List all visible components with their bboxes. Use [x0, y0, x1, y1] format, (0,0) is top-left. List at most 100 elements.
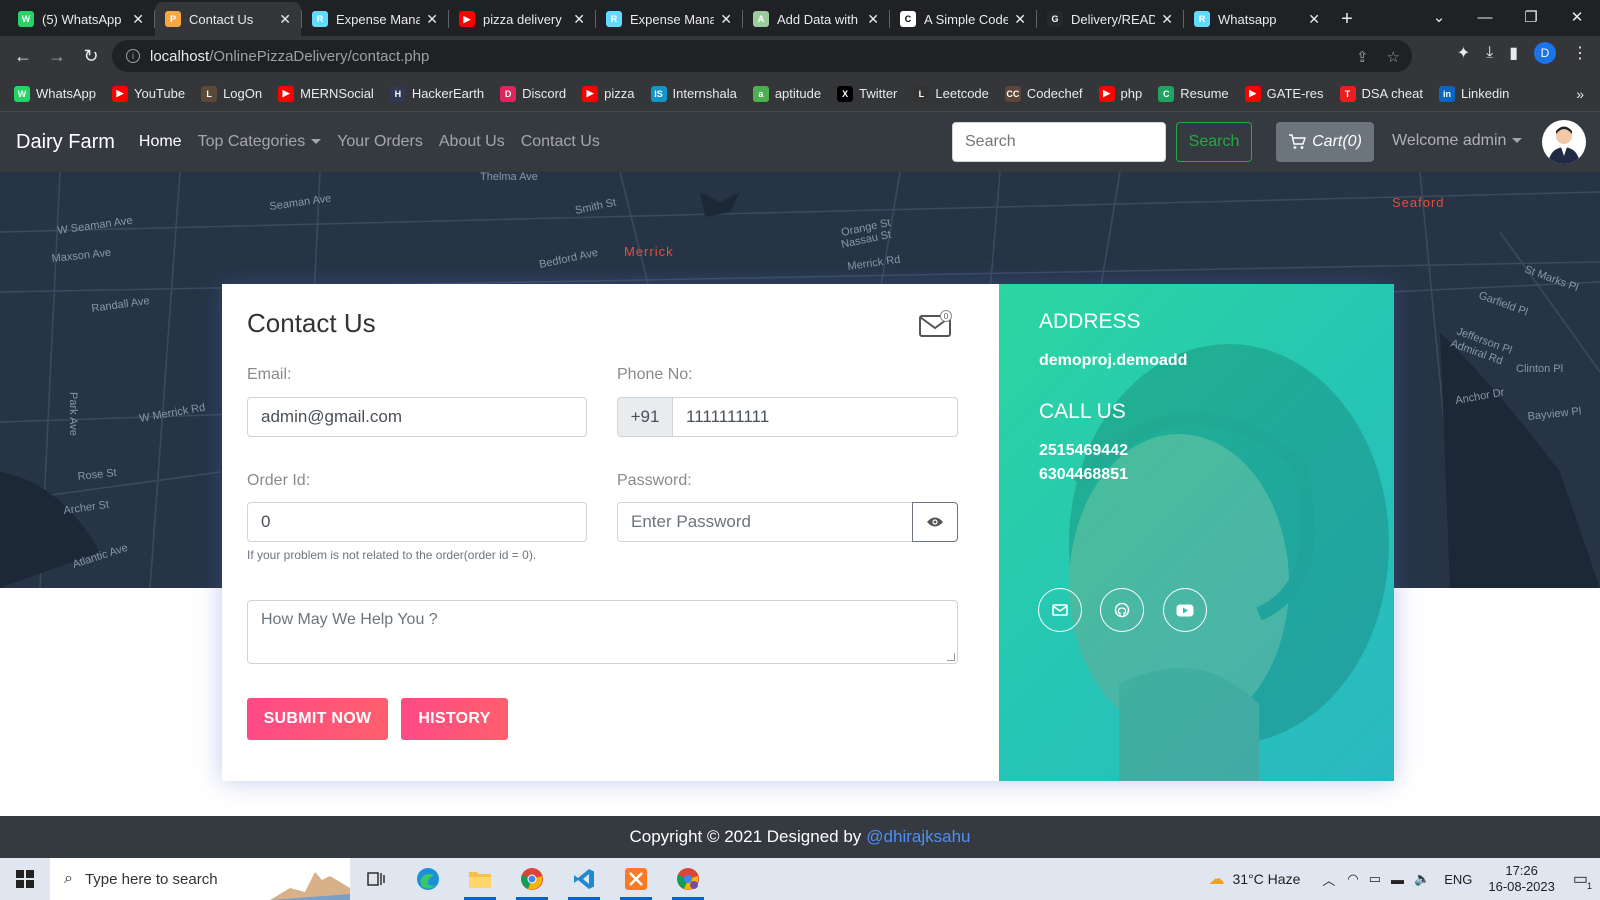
toggle-password-button[interactable] [912, 502, 958, 542]
tab-close-icon[interactable]: ✕ [720, 11, 732, 28]
bookmark-item[interactable]: X Twitter [837, 85, 897, 102]
email-field[interactable]: admin@gmail.com [247, 397, 587, 437]
nav-home[interactable]: Home [139, 133, 182, 151]
search-button[interactable]: Search [1176, 122, 1252, 162]
bookmark-item[interactable]: H HackerEarth [389, 85, 484, 102]
browser-tab[interactable]: C A Simple Code ✕ [890, 2, 1036, 36]
browser-tab[interactable]: P Contact Us ✕ [155, 2, 301, 36]
reload-icon[interactable]: ↻ [74, 46, 108, 67]
restore-button[interactable]: ❐ [1508, 8, 1554, 26]
password-field[interactable]: Enter Password [617, 502, 913, 542]
url-bar[interactable]: i localhost/OnlinePizzaDelivery/contact.… [112, 40, 1412, 72]
tab-close-icon[interactable]: ✕ [1308, 11, 1320, 28]
bookmark-item[interactable]: ▶ pizza [582, 85, 635, 102]
bookmark-item[interactable]: ▶ MERNSocial [278, 85, 374, 102]
clock[interactable]: 17:26 16-08-2023 [1488, 863, 1555, 895]
display-icon[interactable]: ▭ [1369, 871, 1381, 887]
mail-icon[interactable]: 0 [919, 310, 953, 338]
phone-field[interactable]: 1111111111 [672, 397, 958, 437]
browser-tab[interactable]: ▶ pizza delivery ✕ [449, 2, 595, 36]
browser-tab[interactable]: R Expense Mana ✕ [302, 2, 448, 36]
browser-tab[interactable]: R Whatsapp ✕ [1184, 2, 1330, 36]
bookmark-star-icon[interactable]: ☆ [1387, 48, 1400, 66]
tab-close-icon[interactable]: ✕ [426, 11, 438, 28]
language-indicator[interactable]: ENG [1444, 872, 1472, 887]
browser-tab[interactable]: W (5) WhatsApp ✕ [8, 2, 154, 36]
bookmark-item[interactable]: ▶ GATE-res [1244, 85, 1324, 102]
volume-icon[interactable]: 🔈 [1414, 871, 1430, 887]
tab-close-icon[interactable]: ✕ [867, 11, 879, 28]
tab-close-icon[interactable]: ✕ [1161, 11, 1173, 28]
bookmark-item[interactable]: L LogOn [201, 85, 262, 102]
tray-overflow-icon[interactable]: ︿ [1322, 870, 1335, 889]
nav-contact-us[interactable]: Contact Us [521, 133, 600, 151]
chrome-profile-icon[interactable] [662, 858, 714, 900]
cart-button[interactable]: Cart(0) [1276, 122, 1374, 162]
new-tab-button[interactable]: + [1330, 2, 1364, 36]
share-icon[interactable]: ⇪ [1356, 48, 1369, 66]
chrome-icon[interactable] [506, 858, 558, 900]
start-button[interactable] [0, 870, 50, 888]
bookmarks-overflow-icon[interactable]: » [1576, 86, 1584, 102]
user-menu[interactable]: Welcome admin [1392, 132, 1523, 150]
order-id-field[interactable]: 0 [247, 502, 587, 542]
bookmark-favicon-icon: ▶ [111, 85, 128, 102]
taskbar-search[interactable]: ⌕ Type here to search [50, 858, 350, 900]
close-window-button[interactable]: ✕ [1554, 8, 1600, 26]
nav-your-orders[interactable]: Your Orders [337, 133, 423, 151]
bookmark-item[interactable]: IS Internshala [650, 85, 737, 102]
xampp-icon[interactable] [610, 858, 662, 900]
resize-handle[interactable] [947, 653, 955, 661]
vscode-icon[interactable] [558, 858, 610, 900]
history-button[interactable]: HISTORY [401, 698, 508, 740]
minimize-button[interactable]: — [1462, 9, 1508, 26]
bookmark-item[interactable]: T DSA cheat [1339, 85, 1423, 102]
site-info-icon[interactable]: i [126, 49, 140, 63]
youtube-button[interactable] [1163, 588, 1207, 632]
weather-icon[interactable]: ☁ [1209, 869, 1225, 889]
bookmark-item[interactable]: L Leetcode [913, 85, 989, 102]
bookmark-item[interactable]: ▶ YouTube [111, 85, 185, 102]
avatar[interactable] [1542, 120, 1586, 164]
browser-tab[interactable]: A Add Data with ✕ [743, 2, 889, 36]
bookmark-item[interactable]: ▶ php [1098, 85, 1142, 102]
back-icon[interactable]: ← [6, 46, 40, 67]
bookmark-item[interactable]: in Linkedin [1438, 85, 1509, 102]
file-explorer-icon[interactable] [454, 858, 506, 900]
tab-close-icon[interactable]: ✕ [279, 11, 291, 28]
tab-close-icon[interactable]: ✕ [1014, 11, 1026, 28]
bookmark-item[interactable]: C Resume [1158, 85, 1229, 102]
battery-icon[interactable]: ▬ [1391, 872, 1404, 887]
bookmark-item[interactable]: D Discord [500, 85, 566, 102]
bookmark-favicon-icon: C [1158, 85, 1175, 102]
notifications-icon[interactable]: ▭ 1 [1573, 869, 1592, 891]
profile-avatar[interactable]: D [1534, 42, 1556, 64]
edge-icon[interactable] [402, 858, 454, 900]
designer-link[interactable]: @dhirajksahu [866, 827, 970, 847]
extensions-icon[interactable]: ✦ [1457, 43, 1470, 63]
bookmark-item[interactable]: a aptitude [752, 85, 821, 102]
forward-icon[interactable]: → [40, 46, 74, 67]
side-panel-icon[interactable]: ▮ [1509, 43, 1518, 63]
tab-close-icon[interactable]: ✕ [573, 11, 585, 28]
bookmark-item[interactable]: W WhatsApp [14, 85, 96, 102]
submit-button[interactable]: SUBMIT NOW [247, 698, 388, 740]
tab-search-icon[interactable]: ⌄ [1416, 8, 1462, 26]
search-input[interactable] [952, 122, 1166, 162]
browser-menu-icon[interactable]: ⋮ [1572, 43, 1588, 63]
download-icon[interactable]: ⤓ [1486, 44, 1493, 62]
weather-text[interactable]: 31°C Haze [1233, 871, 1301, 887]
browser-tab[interactable]: R Expense Mana ✕ [596, 2, 742, 36]
nav-top-categories[interactable]: Top Categories [198, 133, 322, 151]
email-social-button[interactable] [1038, 588, 1082, 632]
tab-close-icon[interactable]: ✕ [132, 11, 144, 28]
message-textarea[interactable]: How May We Help You ? [247, 600, 958, 664]
browser-tab[interactable]: G Delivery/READ ✕ [1037, 2, 1183, 36]
nav-about-us[interactable]: About Us [439, 133, 505, 151]
task-view-icon[interactable] [350, 858, 402, 900]
bookmark-item[interactable]: CC Codechef [1004, 85, 1083, 102]
github-button[interactable] [1100, 588, 1144, 632]
tab-title: Whatsapp [1218, 11, 1277, 27]
network-icon[interactable]: ◠ [1347, 871, 1358, 887]
brand-logo[interactable]: Dairy Farm [16, 131, 115, 154]
